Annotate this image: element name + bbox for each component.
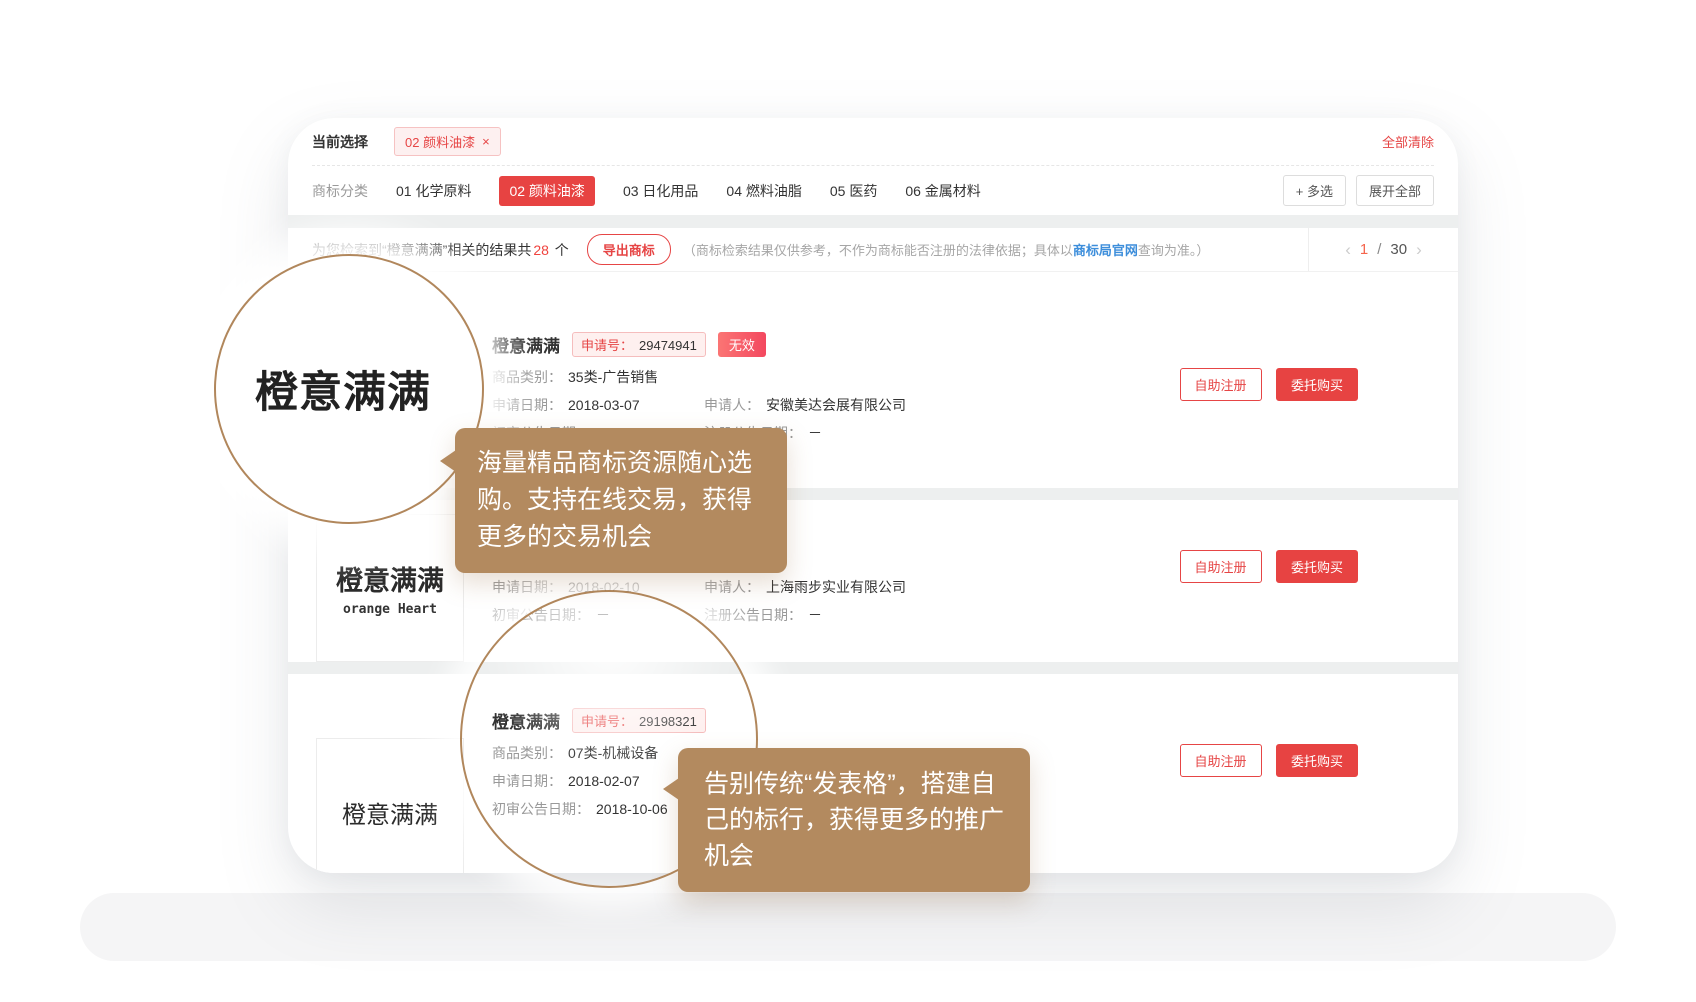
trademark-image-text: 橙意满满 — [336, 559, 444, 598]
pedestal-base — [80, 893, 1616, 961]
field-label: 申请人： — [704, 397, 760, 413]
category-tab-04[interactable]: 04 燃料油脂 — [726, 181, 801, 201]
magnified-trademark-text: 橙意满满 — [255, 358, 431, 420]
multi-select-button[interactable]: + 多选 — [1283, 175, 1346, 206]
category-row-label: 商标分类 — [312, 181, 368, 201]
field-label: 注册公告日期： — [704, 607, 802, 623]
magnifier-lens: 橙意满满 — [214, 254, 484, 524]
field-value: 2018-03-07 — [568, 397, 640, 413]
results-disclaimer: （商标检索结果仅供参考，不作为商标能否注册的法律依据；具体以商标局官网查询为准。… — [683, 240, 1210, 259]
selected-filter-tag[interactable]: 02 颜料油漆 × — [394, 127, 501, 156]
field-value: 上海雨步实业有限公司 — [766, 579, 906, 595]
disclaimer-text-suffix: 查询为准。） — [1138, 243, 1210, 258]
applicant-field: 申请人： 安徽美达会展有限公司 — [704, 395, 906, 415]
results-count: 28 — [533, 242, 549, 258]
application-number-tag: 申请号： 29474941 — [572, 332, 706, 357]
category-row: 商标分类 01 化学原料 02 颜料油漆 03 日化用品 04 燃料油脂 05 … — [312, 166, 1434, 215]
status-badge: 无效 — [718, 332, 766, 357]
entrust-buy-button[interactable]: 委托购买 — [1276, 550, 1358, 583]
entrust-buy-button[interactable]: 委托购买 — [1276, 368, 1358, 401]
selected-filter-tag-text: 02 颜料油漆 — [405, 132, 475, 151]
current-selection-label: 当前选择 — [312, 132, 368, 152]
applicant-field: 申请人： 上海雨步实业有限公司 — [704, 577, 906, 597]
total-pages: 30 — [1390, 241, 1407, 258]
prev-page-icon[interactable]: ‹ — [1345, 240, 1351, 260]
field-value: 安徽美达会展有限公司 — [766, 397, 906, 413]
expand-all-button[interactable]: 展开全部 — [1356, 175, 1434, 206]
field-label: 申请人： — [704, 579, 760, 595]
remove-filter-icon[interactable]: × — [482, 134, 490, 149]
field-label: 申请日期： — [492, 579, 562, 595]
disclaimer-text: （商标检索结果仅供参考，不作为商标能否注册的法律依据；具体以 — [683, 243, 1073, 258]
trademark-image[interactable]: 橙意满满 orange Heart — [316, 514, 464, 662]
field-value: － — [808, 425, 822, 441]
panel-gap — [288, 215, 1458, 228]
results-summary-suffix: 个 — [551, 242, 569, 258]
clear-all-link[interactable]: 全部清除 — [1382, 132, 1434, 151]
category-field: 商品类别： 35类-广告销售 — [492, 367, 658, 387]
filter-panel: 当前选择 02 颜料油漆 × 全部清除 商标分类 01 化学原料 02 颜料油漆… — [288, 118, 1458, 215]
status-text: 无效 — [729, 338, 755, 353]
category-tab-01[interactable]: 01 化学原料 — [396, 181, 471, 201]
trademark-image[interactable]: 橙意满满 — [316, 738, 464, 873]
self-register-button[interactable]: 自助注册 — [1180, 550, 1262, 583]
row-actions: 自助注册 委托购买 — [1180, 744, 1358, 777]
pagination: ‹ 1 / 30 › — [1308, 228, 1458, 271]
current-page: 1 — [1360, 241, 1368, 258]
field-value: 35类-广告销售 — [568, 369, 658, 385]
results-header: 为您检索到“橙意满满”相关的结果共28 个 导出商标 （商标检索结果仅供参考，不… — [288, 228, 1458, 272]
promo-tooltip-trade: 海量精品商标资源随心选购。支持在线交易，获得更多的交易机会 — [455, 428, 787, 573]
trademark-name[interactable]: 橙意满满 — [492, 332, 560, 357]
trademark-image-text: 橙意满满 — [342, 795, 438, 830]
self-register-button[interactable]: 自助注册 — [1180, 744, 1262, 777]
page-separator: / — [1377, 241, 1381, 258]
category-tab-06[interactable]: 06 金属材料 — [905, 181, 980, 201]
row-gap — [288, 662, 1458, 674]
trademark-office-link[interactable]: 商标局官网 — [1073, 243, 1138, 258]
field-label: 申请日期： — [492, 397, 562, 413]
category-tab-03[interactable]: 03 日化用品 — [623, 181, 698, 201]
entrust-buy-button[interactable]: 委托购买 — [1276, 744, 1358, 777]
promo-tooltip-promotion: 告别传统“发表格”，搭建自己的标行，获得更多的推广机会 — [678, 748, 1030, 892]
reg-notice-field: 注册公告日期： － — [704, 605, 822, 625]
current-selection-row: 当前选择 02 颜料油漆 × 全部清除 — [312, 118, 1434, 165]
field-value: － — [808, 607, 822, 623]
application-number-label: 申请号： — [581, 338, 633, 353]
application-number-value: 29474941 — [639, 338, 697, 353]
export-trademarks-button[interactable]: 导出商标 — [587, 234, 671, 265]
category-tab-02-active[interactable]: 02 颜料油漆 — [499, 176, 594, 206]
category-tab-05[interactable]: 05 医药 — [830, 181, 877, 201]
row-actions: 自助注册 委托购买 — [1180, 550, 1358, 583]
field-label: 商品类别： — [492, 369, 562, 385]
apply-date-field: 申请日期： 2018-03-07 — [492, 395, 704, 415]
trademark-image-subtext: orange Heart — [343, 602, 437, 617]
self-register-button[interactable]: 自助注册 — [1180, 368, 1262, 401]
next-page-icon[interactable]: › — [1416, 240, 1422, 260]
row-actions: 自助注册 委托购买 — [1180, 368, 1358, 401]
